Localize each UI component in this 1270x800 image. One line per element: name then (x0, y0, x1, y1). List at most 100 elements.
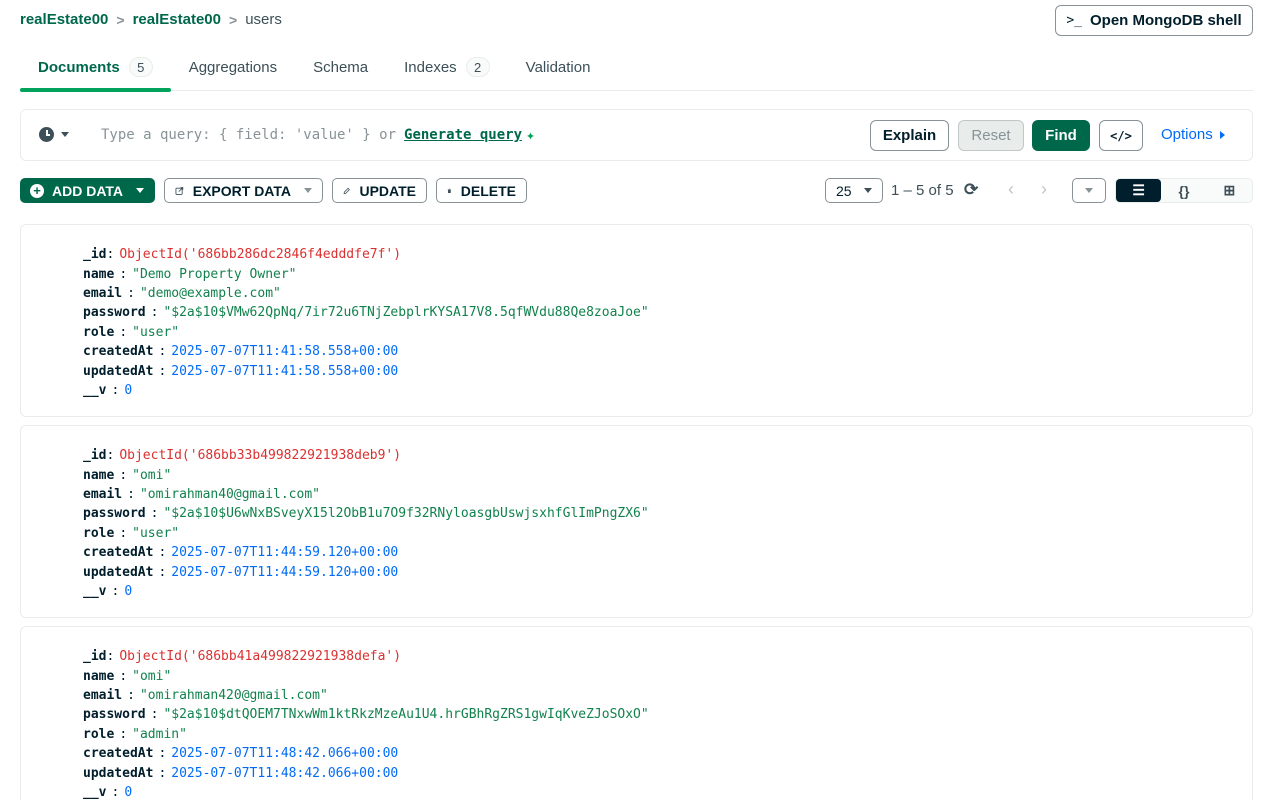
query-history-button[interactable] (39, 127, 69, 142)
field-value[interactable]: "$2a$10$U6wNxBSveyX15l2ObB1u7O9f32RNyloa… (163, 506, 648, 521)
field-value[interactable]: 0 (124, 785, 132, 800)
field-key: _id (83, 448, 107, 464)
field-value[interactable]: "admin" (132, 727, 187, 742)
document-card[interactable]: _id: ObjectId('686bb41a499822921938defa')… (20, 626, 1253, 800)
caret-down-icon (136, 188, 145, 193)
document-card[interactable]: _id: ObjectId('686bb33b499822921938deb9')… (20, 425, 1253, 618)
field-value[interactable]: 2025-07-07T11:44:59.120+00:00 (171, 565, 398, 580)
field-key: createdAt (83, 545, 154, 561)
open-shell-button[interactable]: >_ Open MongoDB shell (1055, 5, 1253, 36)
refresh-icon[interactable]: ⟳ (964, 180, 978, 200)
reset-button[interactable]: Reset (958, 120, 1024, 151)
breadcrumb-separator: > (116, 11, 125, 28)
field-value[interactable]: "omirahman40@gmail.com" (140, 487, 320, 502)
add-data-label: ADD DATA (52, 182, 124, 199)
field-value[interactable]: 0 (124, 584, 132, 599)
breadcrumb-database-group[interactable]: realEstate00 (133, 11, 221, 28)
field-value[interactable]: "omi" (132, 468, 171, 483)
list-view-icon[interactable]: ☰ (1116, 179, 1162, 202)
query-input[interactable]: Type a query: { field: 'value' } or Gene… (101, 126, 535, 144)
breadcrumb-database[interactable]: realEstate00 (20, 11, 108, 28)
delete-button[interactable]: DELETE (436, 178, 527, 203)
tab-validation[interactable]: Validation (508, 44, 609, 90)
field-value[interactable]: "Demo Property Owner" (132, 267, 296, 282)
table-view-icon[interactable]: ⊞ (1207, 179, 1252, 202)
field-value[interactable]: "$2a$10$VMw62QpNq/7ir72u6TNjZebplrKYSA17… (163, 305, 648, 320)
field-row: name: "Demo Property Owner" (83, 266, 297, 282)
field-value[interactable]: 2025-07-07T11:41:58.558+00:00 (171, 364, 398, 379)
field-row: _id: ObjectId('686bb286dc2846f4edddfe7f') (83, 247, 402, 263)
breadcrumb-collection: users (245, 11, 282, 28)
field-row: __v:0 (83, 784, 133, 800)
field-key: name (83, 668, 115, 684)
field-key: email (83, 486, 123, 502)
tab-label: Documents (38, 58, 120, 76)
field-row: updatedAt:2025-07-07T11:44:59.120+00:00 (83, 564, 399, 580)
breadcrumb: realEstate00 > realEstate00 > users (20, 11, 282, 28)
tab-label: Validation (525, 58, 591, 76)
field-value[interactable]: "$2a$10$dtQOEM7TNxwWm1ktRkzMzeAu1U4.hrGB… (163, 707, 648, 722)
tab-schema[interactable]: Schema (295, 44, 386, 90)
page-size-select[interactable]: 25 (825, 178, 883, 203)
documents-toolbar: + ADD DATA EXPORT DATA UPDATE DELETE 25 … (20, 178, 1253, 204)
field-value[interactable]: "user" (132, 526, 179, 541)
tab-indexes[interactable]: Indexes 2 (386, 44, 508, 90)
delete-label: DELETE (460, 182, 516, 199)
field-row: password: "$2a$10$VMw62QpNq/7ir72u6TNjZeb… (83, 305, 649, 321)
field-row: createdAt:2025-07-07T11:41:58.558+00:00 (83, 344, 399, 360)
caret-down-icon (304, 188, 312, 193)
export-icon (175, 186, 184, 195)
field-key: updatedAt (83, 564, 154, 580)
field-row: updatedAt:2025-07-07T11:48:42.066+00:00 (83, 765, 399, 781)
tab-aggregations[interactable]: Aggregations (171, 44, 295, 90)
add-data-button[interactable]: + ADD DATA (20, 178, 155, 203)
update-button[interactable]: UPDATE (332, 178, 427, 203)
tab-count-badge: 5 (128, 57, 153, 77)
field-value[interactable]: "omirahman420@gmail.com" (140, 688, 328, 703)
field-value[interactable]: "user" (132, 325, 179, 340)
field-value[interactable]: "omi" (132, 669, 171, 684)
chevron-right-icon[interactable]: › (1041, 179, 1047, 200)
find-button[interactable]: Find (1032, 120, 1090, 151)
field-value[interactable]: 0 (124, 383, 132, 398)
tab-label: Schema (313, 58, 369, 76)
code-icon: </> (1110, 128, 1132, 143)
export-to-language-button[interactable]: </> (1099, 120, 1143, 151)
plus-circle-icon: + (30, 183, 44, 198)
field-value[interactable]: ObjectId('686bb33b499822921938deb9') (119, 448, 401, 463)
field-value[interactable]: 2025-07-07T11:41:58.558+00:00 (171, 344, 398, 359)
chevron-left-icon[interactable]: ‹ (1008, 179, 1014, 200)
pencil-icon (343, 187, 350, 194)
field-value[interactable]: 2025-07-07T11:48:42.066+00:00 (171, 766, 398, 781)
field-key: password (83, 305, 146, 321)
collection-tabs: Documents 5 Aggregations Schema Indexes … (20, 44, 1253, 92)
generate-query-link[interactable]: Generate query (404, 127, 522, 143)
field-row: __v:0 (83, 583, 133, 599)
clock-icon (39, 127, 54, 142)
field-key: updatedAt (83, 765, 154, 781)
caret-down-icon (1085, 188, 1093, 193)
field-value[interactable]: 2025-07-07T11:48:42.066+00:00 (171, 746, 398, 761)
view-options-dropdown[interactable] (1072, 178, 1106, 203)
sparkle-icon: ✦ (526, 126, 536, 144)
field-row: createdAt:2025-07-07T11:44:59.120+00:00 (83, 545, 399, 561)
options-toggle[interactable]: Options (1161, 126, 1225, 143)
field-row: email: "omirahman40@gmail.com" (83, 486, 320, 502)
field-value[interactable]: ObjectId('686bb41a499822921938defa') (119, 649, 401, 664)
field-row: updatedAt:2025-07-07T11:41:58.558+00:00 (83, 363, 399, 379)
export-data-button[interactable]: EXPORT DATA (164, 178, 323, 203)
tab-documents[interactable]: Documents 5 (20, 44, 171, 92)
field-key: role (83, 525, 115, 541)
json-view-icon[interactable]: {} (1161, 179, 1206, 202)
field-key: name (83, 467, 115, 483)
explain-button[interactable]: Explain (870, 120, 949, 151)
field-key: email (83, 285, 123, 301)
field-value[interactable]: "demo@example.com" (140, 286, 281, 301)
field-value[interactable]: 2025-07-07T11:44:59.120+00:00 (171, 545, 398, 560)
field-row: __v:0 (83, 382, 133, 398)
field-key: role (83, 726, 115, 742)
field-value[interactable]: ObjectId('686bb286dc2846f4edddfe7f') (119, 247, 401, 262)
top-bar: realEstate00 > realEstate00 > users >_ O… (0, 0, 1270, 44)
export-data-label: EXPORT DATA (192, 182, 291, 199)
document-card[interactable]: _id: ObjectId('686bb286dc2846f4edddfe7f')… (20, 224, 1253, 417)
